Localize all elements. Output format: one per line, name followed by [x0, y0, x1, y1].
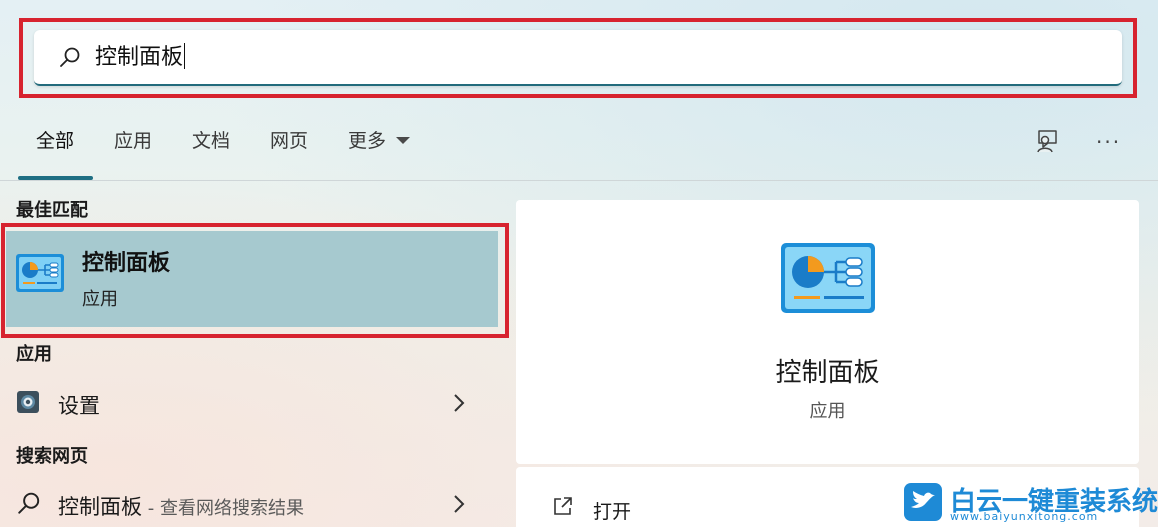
list-item-web-search[interactable]: 控制面板 - 查看网络搜索结果 — [0, 481, 500, 527]
open-icon — [554, 497, 572, 515]
tab-documents[interactable]: 文档 — [192, 128, 230, 180]
detail-panel: 控制面板 应用 — [516, 200, 1139, 464]
search-icon — [18, 492, 40, 514]
tab-all[interactable]: 全部 — [36, 128, 74, 180]
chevron-right-icon — [454, 394, 465, 412]
search-input[interactable]: 控制面板 — [95, 43, 186, 73]
web-search-query: 控制面板 — [58, 495, 142, 519]
list-item-settings[interactable]: 设置 — [0, 380, 500, 426]
tab-web[interactable]: 网页 — [270, 128, 308, 180]
search-query: 控制面板 — [95, 45, 184, 70]
chevron-down-icon — [396, 137, 411, 144]
tab-apps[interactable]: 应用 — [114, 128, 152, 180]
best-match-heading: 最佳匹配 — [16, 200, 88, 221]
open-action[interactable]: 打开 — [516, 467, 816, 527]
search-icon — [60, 47, 80, 67]
open-label: 打开 — [593, 501, 632, 523]
feedback-icon[interactable] — [1034, 128, 1060, 154]
settings-icon — [17, 391, 39, 413]
best-match-subtitle: 应用 — [82, 289, 118, 310]
detail-subtitle: 应用 — [809, 401, 846, 422]
web-search-hint: - 查看网络搜索结果 — [142, 498, 304, 519]
bird-logo-icon — [904, 483, 942, 521]
watermark: 白云一键重装系统 www.baiyunxitong.com — [904, 483, 1158, 523]
control-panel-icon — [16, 254, 64, 292]
control-panel-icon — [781, 243, 875, 313]
web-search-heading: 搜索网页 — [16, 446, 88, 467]
text-caret — [184, 43, 186, 69]
settings-label: 设置 — [58, 394, 100, 418]
chevron-right-icon — [454, 495, 465, 513]
filter-tabs: 全部 应用 文档 网页 更多 — [0, 112, 1158, 182]
search-box[interactable]: 控制面板 — [34, 30, 1122, 86]
watermark-url: www.baiyunxitong.com — [950, 510, 1099, 523]
detail-title: 控制面板 — [775, 358, 880, 388]
tabs-divider — [0, 180, 1158, 181]
web-search-text: 控制面板 - 查看网络搜索结果 — [58, 491, 304, 521]
tab-more[interactable]: 更多 — [348, 128, 411, 180]
more-options-icon[interactable]: ··· — [1096, 130, 1121, 154]
tab-more-label: 更多 — [348, 130, 387, 152]
best-match-item[interactable]: 控制面板 应用 — [6, 231, 498, 327]
apps-heading: 应用 — [16, 344, 52, 365]
best-match-title: 控制面板 — [82, 251, 171, 276]
